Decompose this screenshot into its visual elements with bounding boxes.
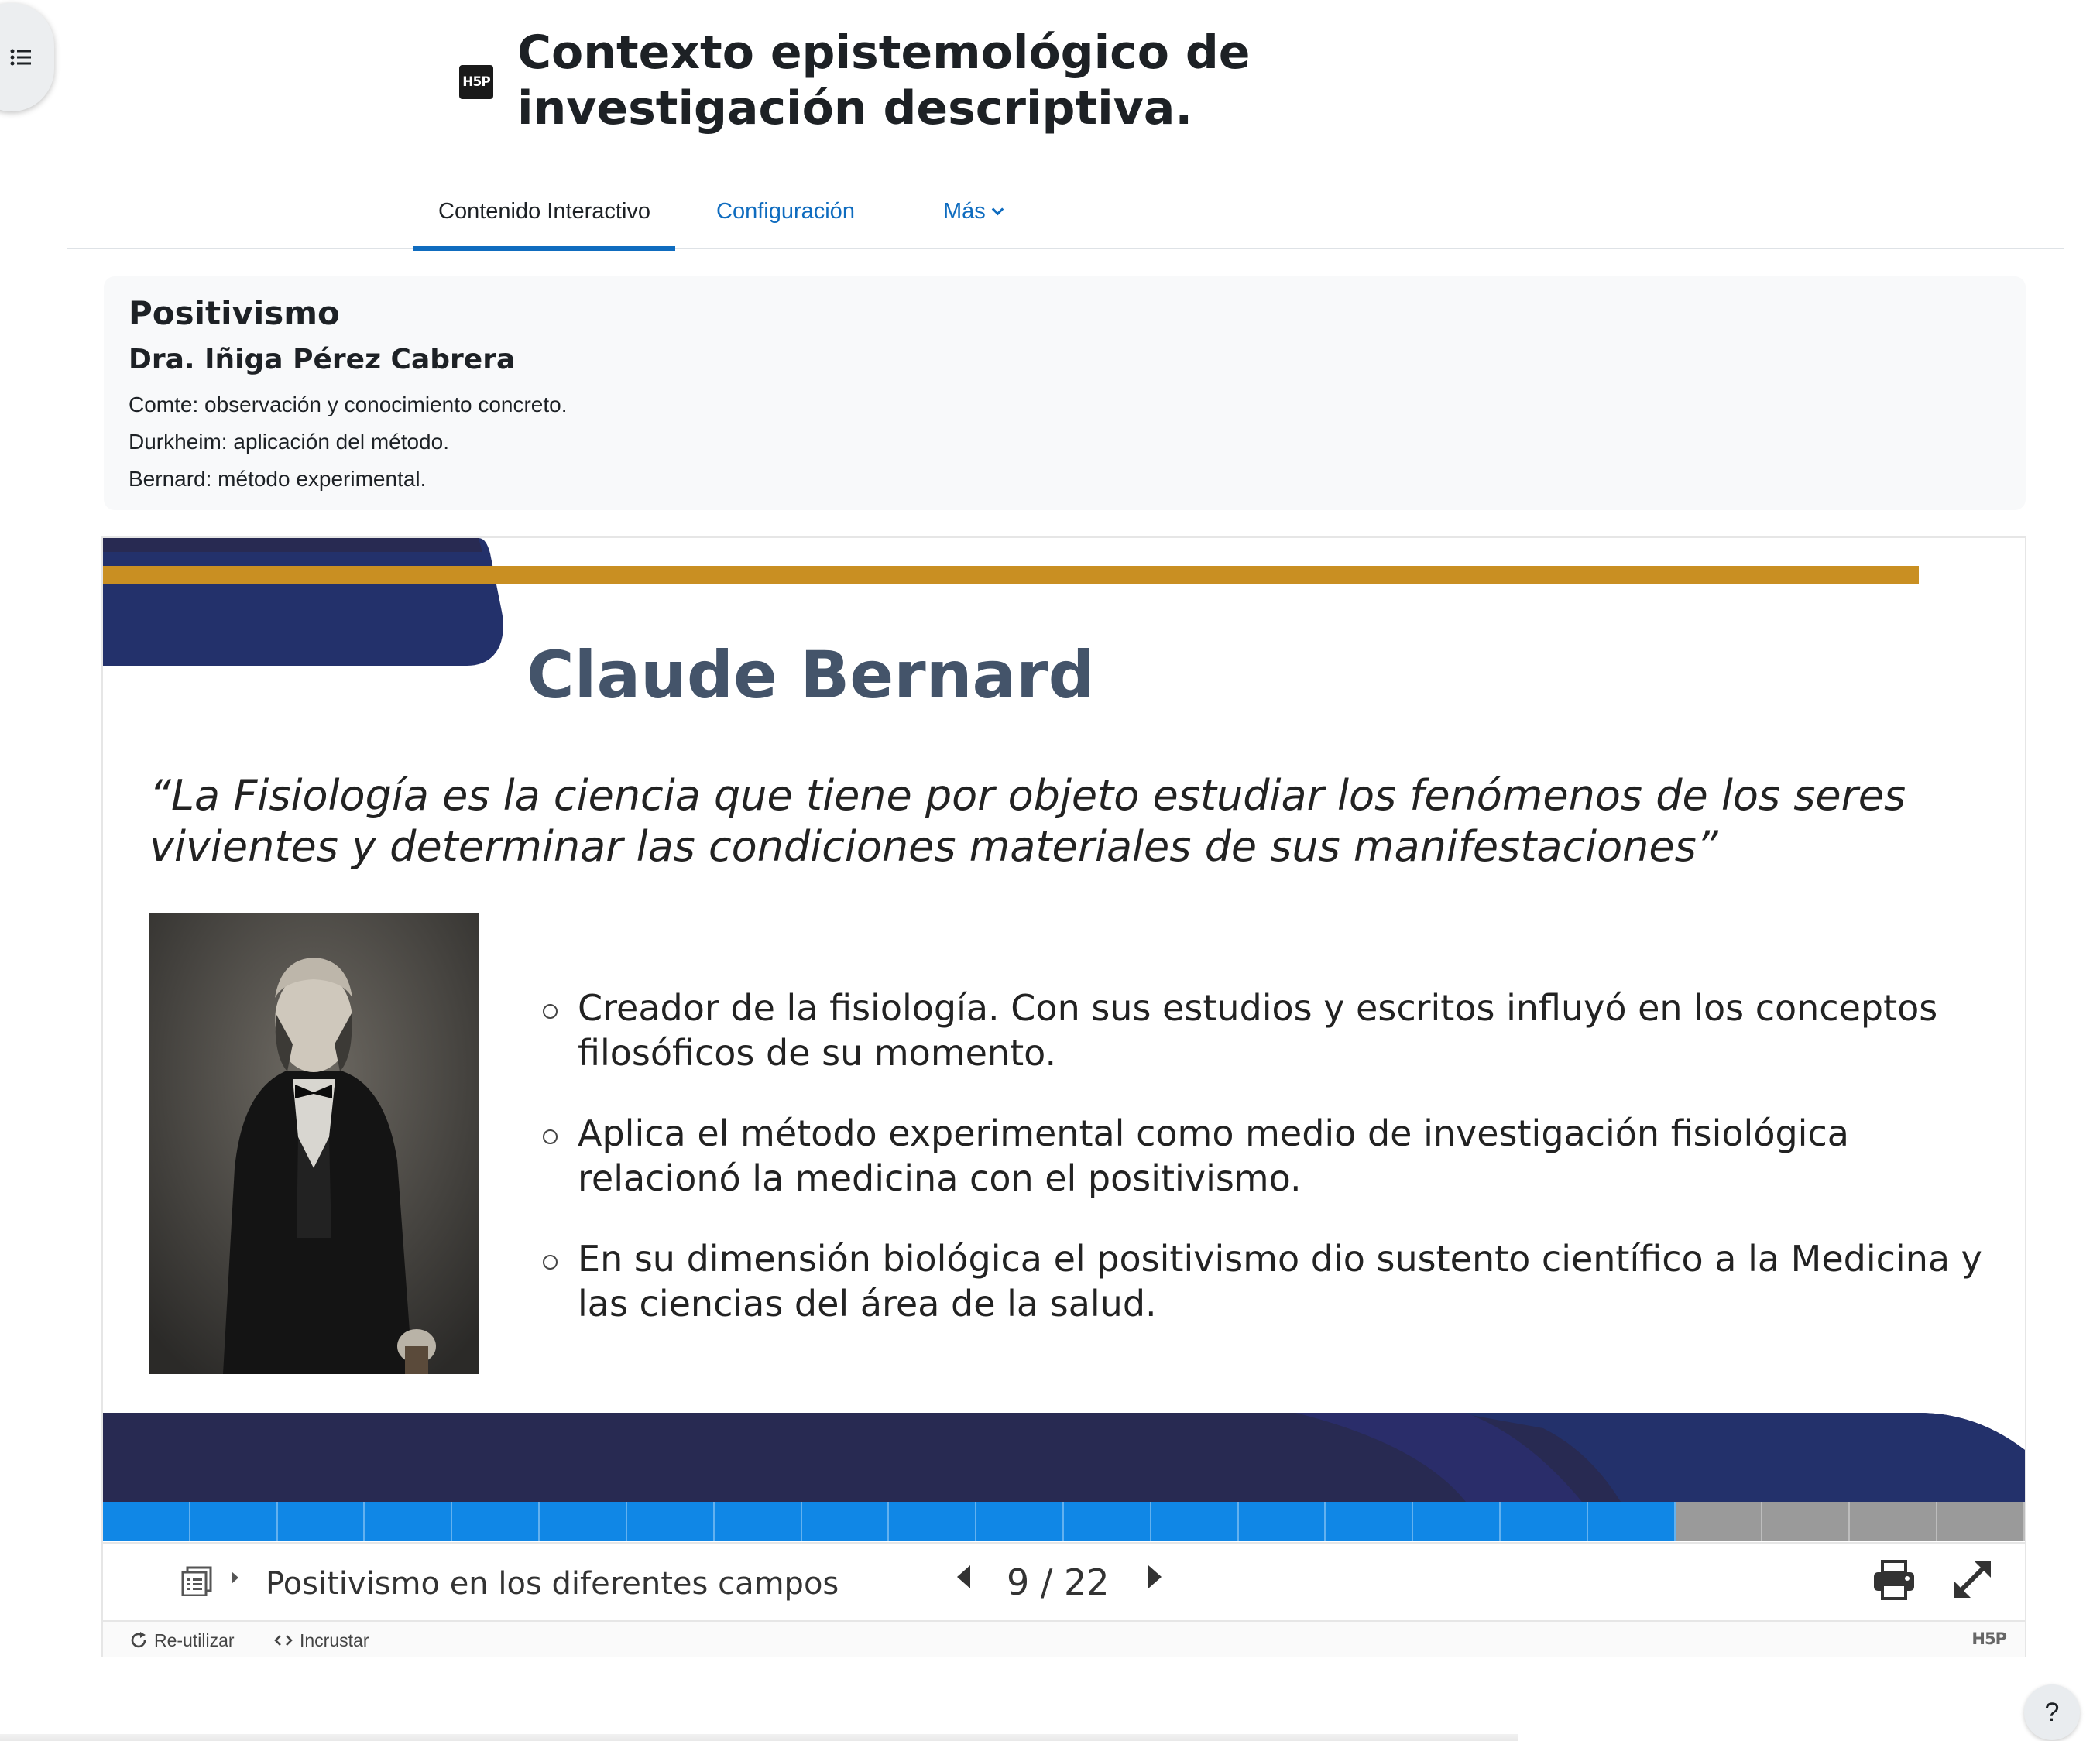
tab-interactive-content[interactable]: Contenido Interactivo [413,174,676,251]
embed-label: Incrustar [300,1630,369,1650]
progress-segment[interactable] [714,1502,802,1541]
progress-segment[interactable] [1937,1502,2025,1541]
presentation-navbar: Positivismo en los diferentes campos 9 /… [103,1542,2025,1619]
h5p-actions: Re-utilizar Incrustar H5P [103,1620,2025,1657]
footer-edge [0,1734,1518,1741]
tab-settings[interactable]: Configuración [691,174,880,249]
h5p-logo[interactable]: H5P [1971,1630,2007,1648]
progress-segment[interactable] [540,1502,627,1541]
progress-segment[interactable] [103,1502,190,1541]
claude-bernard-portrait [149,913,479,1374]
description-heading: Positivismo [129,294,340,332]
embed-button[interactable]: Incrustar [273,1628,369,1653]
next-arrow-icon[interactable] [1148,1565,1162,1588]
code-icon [274,1635,293,1646]
keywords-icon[interactable] [180,1565,213,1596]
secondary-navigation: Contenido Interactivo Configuración Más [67,174,2064,251]
reuse-label: Re-utilizar [154,1630,235,1650]
h5p-activity-icon: H5P [459,65,493,99]
progress-segment[interactable] [1587,1502,1676,1541]
progress-segment[interactable] [277,1502,365,1541]
prev-arrow-icon[interactable] [957,1565,970,1588]
progress-segment[interactable] [801,1502,890,1541]
progress-segment[interactable] [365,1502,453,1541]
progress-segment[interactable] [452,1502,540,1541]
chevron-down-icon [991,203,1004,216]
progress-segment[interactable] [1762,1502,1851,1541]
bullet-item: Creador de la fisiología. Con sus estudi… [543,985,2014,1075]
print-icon[interactable] [1872,1559,1916,1601]
slide-bullets: Creador de la fisiología. Con sus estudi… [543,985,2014,1362]
description-author: Dra. Iñiga Pérez Cabrera [129,344,516,375]
slide-title: Claude Bernard [527,637,1095,713]
slide-total: 22 [1064,1561,1110,1603]
progress-segment[interactable] [190,1502,278,1541]
progress-segment[interactable] [1063,1502,1151,1541]
reuse-button[interactable]: Re-utilizar [129,1628,235,1653]
list-icon [10,49,31,66]
progress-bar[interactable] [103,1502,2025,1541]
activity-description: Positivismo Dra. Iñiga Pérez Cabrera Com… [104,276,2026,510]
refresh-icon [131,1632,146,1648]
progress-segment[interactable] [1675,1502,1763,1541]
caret-right-icon [232,1571,238,1584]
description-line: Comte: observación y conocimiento concre… [129,392,568,416]
slide-quote: “La Fisiología es la ciencia que tiene p… [149,771,1906,871]
slide-separator: / [1040,1561,1053,1603]
course-index-toggle[interactable] [0,3,54,111]
bullet-item: En su dimensión biológica el positivismo… [543,1236,2014,1326]
slide: Claude Bernard “La Fisiología es la cien… [103,538,2025,1544]
progress-segment[interactable] [626,1502,715,1541]
description-line: Durkheim: aplicación del método. [129,430,449,454]
bullet-item: Aplica el método experimental como medio… [543,1111,2014,1201]
tab-more[interactable]: Más [918,174,1027,249]
description-line: Bernard: método experimental. [129,467,427,491]
current-slide-title: Positivismo en los diferentes campos [266,1566,839,1602]
progress-segment[interactable] [976,1502,1064,1541]
progress-segment[interactable] [1326,1502,1414,1541]
tab-more-label: Más [943,199,986,224]
help-button[interactable]: ? [2024,1684,2080,1740]
progress-segment[interactable] [889,1502,977,1541]
progress-segment[interactable] [1501,1502,1588,1541]
progress-segment[interactable] [1238,1502,1326,1541]
page-title: Contexto epistemológico de investigación… [517,26,1251,135]
progress-segment[interactable] [1850,1502,1938,1541]
slide-counter: 9 / 22 [1007,1559,1110,1606]
slide-current: 9 [1007,1561,1030,1603]
progress-segment[interactable] [1413,1502,1501,1541]
fullscreen-icon[interactable] [1951,1558,1994,1601]
h5p-course-presentation: Claude Bernard “La Fisiología es la cien… [101,536,2026,1657]
progress-segment[interactable] [1151,1502,1239,1541]
